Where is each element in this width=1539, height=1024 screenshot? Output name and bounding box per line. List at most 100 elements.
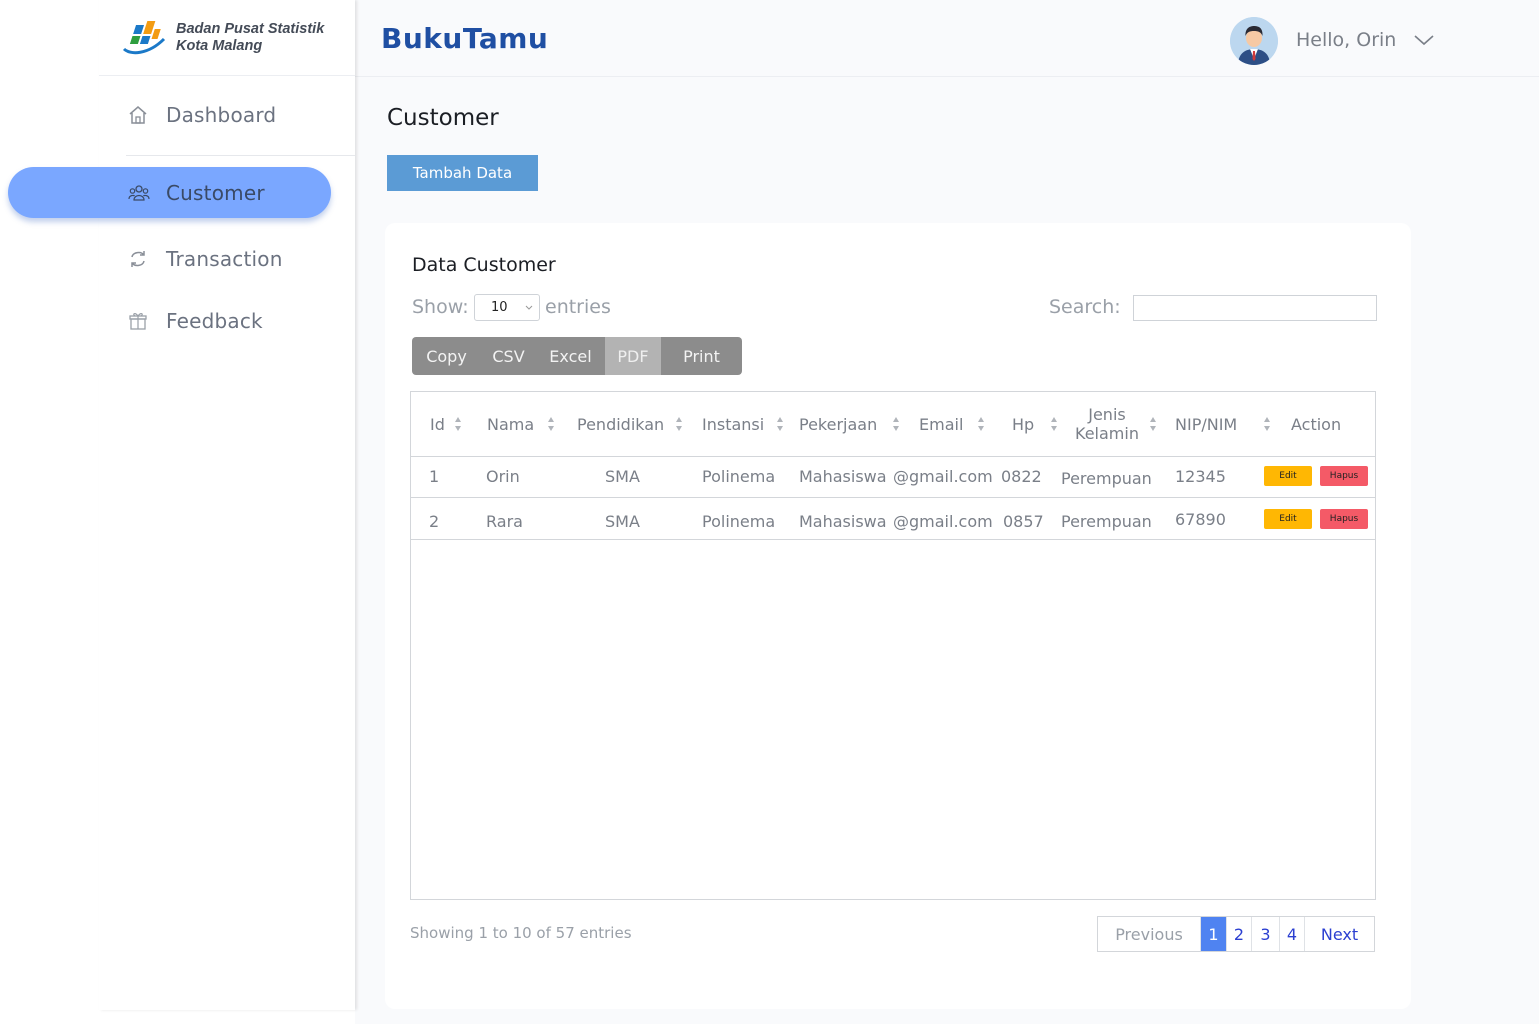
cell-hp: 0857	[1003, 512, 1044, 531]
transaction-icon	[126, 247, 150, 271]
column-header-jenis-kelamin[interactable]: Jenis Kelamin	[1075, 392, 1157, 456]
cell-nama: Orin	[486, 467, 520, 486]
users-icon	[127, 181, 151, 205]
csv-button[interactable]: CSV	[481, 337, 536, 375]
chevron-down-icon[interactable]	[1413, 31, 1435, 49]
column-header-label: Nama	[487, 414, 535, 434]
main-content: Customer Tambah Data Data Customer Show:…	[355, 77, 1539, 1024]
column-header-nip[interactable]: NIP/NIM	[1175, 392, 1271, 456]
cell-pekerjaan: Mahasiswa	[799, 512, 887, 531]
column-header-pendidikan[interactable]: Pendidikan	[577, 392, 683, 456]
sidebar-item-dashboard[interactable]: Dashboard	[126, 89, 276, 141]
sort-icon	[676, 417, 683, 431]
edit-button[interactable]: Edit	[1264, 509, 1312, 529]
page-button-2[interactable]: 2	[1226, 917, 1251, 951]
cell-id: 2	[429, 512, 440, 531]
data-card: Data Customer Show: 10 entries Search: C…	[385, 223, 1411, 1009]
search-input[interactable]	[1133, 295, 1377, 321]
column-header-label: Pendidikan	[577, 414, 665, 434]
export-button-group: Copy CSV Excel PDF Print	[412, 337, 742, 375]
next-page-button[interactable]: Next	[1304, 917, 1374, 951]
customer-table: Id Nama Pendidikan Instansi Pekerjaan Em…	[410, 391, 1376, 900]
app-title: BukuTamu	[381, 22, 549, 55]
copy-button[interactable]: Copy	[412, 337, 481, 375]
cell-nip: 67890	[1175, 510, 1226, 529]
top-header: BukuTamu Hello, Orin	[355, 0, 1539, 77]
edit-button[interactable]: Edit	[1264, 466, 1312, 486]
delete-button[interactable]: Hapus	[1320, 509, 1368, 529]
cell-nip: 12345	[1175, 467, 1226, 486]
sort-icon	[1149, 417, 1156, 431]
entries-label: entries	[545, 296, 611, 318]
column-header-label: Action	[1291, 414, 1342, 434]
cell-jenis-kelamin: Perempuan	[1061, 469, 1152, 488]
sidebar-item-label: Customer	[166, 180, 265, 205]
row-divider	[411, 539, 1375, 540]
page-button-3[interactable]: 3	[1251, 917, 1279, 951]
add-data-button[interactable]: Tambah Data	[387, 155, 538, 191]
sidebar: Badan Pusat Statistik Kota Malang Dashbo…	[99, 0, 355, 1010]
cell-pendidikan: SMA	[605, 512, 640, 531]
column-header-label-line2: Kelamin	[1075, 424, 1139, 443]
entries-select-value: 10	[491, 300, 508, 315]
column-header-instansi[interactable]: Instansi	[702, 392, 784, 456]
table-info: Showing 1 to 10 of 57 entries	[410, 924, 632, 942]
column-header-label: Pekerjaan	[799, 414, 878, 434]
column-header-label: Id	[430, 414, 445, 434]
column-header-nama[interactable]: Nama	[487, 392, 555, 456]
column-header-pekerjaan[interactable]: Pekerjaan	[799, 392, 900, 456]
delete-button[interactable]: Hapus	[1320, 466, 1368, 486]
sort-icon	[454, 417, 461, 431]
brand: Badan Pusat Statistik Kota Malang	[99, 0, 355, 76]
column-header-action: Action	[1291, 392, 1341, 456]
cell-id: 1	[429, 467, 440, 486]
cell-instansi: Polinema	[702, 467, 776, 486]
search-label: Search:	[1049, 296, 1121, 318]
user-greeting[interactable]: Hello, Orin	[1296, 29, 1396, 51]
brand-name: Badan Pusat Statistik Kota Malang	[176, 21, 324, 55]
sort-icon	[548, 417, 555, 431]
cell-nama: Rara	[486, 512, 523, 531]
sort-icon	[1051, 417, 1058, 431]
column-header-label-line1: Jenis	[1088, 405, 1126, 424]
print-button[interactable]: Print	[661, 337, 742, 375]
column-header-hp[interactable]: Hp	[1012, 392, 1058, 456]
card-title: Data Customer	[412, 254, 556, 276]
column-header-label: NIP/NIM	[1175, 414, 1238, 434]
bps-logo-icon	[122, 21, 166, 55]
page-button-1[interactable]: 1	[1200, 917, 1226, 951]
pagination: Previous 1 2 3 4 Next	[1097, 916, 1375, 952]
sidebar-item-feedback[interactable]: Feedback	[126, 295, 263, 347]
column-header-label: Email	[919, 414, 964, 434]
chevron-down-icon	[525, 305, 533, 310]
column-header-label: Jenis Kelamin	[1075, 405, 1139, 443]
show-label: Show:	[412, 296, 469, 318]
sort-icon	[777, 417, 784, 431]
column-header-email[interactable]: Email	[919, 392, 985, 456]
excel-button[interactable]: Excel	[536, 337, 605, 375]
sidebar-item-customer[interactable]: Customer	[8, 167, 331, 218]
avatar[interactable]	[1230, 17, 1278, 65]
sidebar-item-label: Transaction	[166, 247, 283, 271]
sidebar-item-transaction[interactable]: Transaction	[126, 233, 283, 285]
sidebar-item-label: Feedback	[166, 309, 263, 333]
entries-select[interactable]: 10	[474, 294, 540, 321]
sort-icon	[893, 417, 900, 431]
previous-page-button[interactable]: Previous	[1098, 917, 1200, 951]
sidebar-divider	[126, 155, 355, 156]
page-title: Customer	[387, 105, 499, 131]
header-divider	[411, 456, 1375, 457]
sidebar-item-label: Dashboard	[166, 103, 277, 127]
cell-email: @gmail.com	[893, 467, 993, 486]
column-header-id[interactable]: Id	[430, 392, 462, 456]
cell-hp: 0822	[1001, 467, 1042, 486]
brand-line2: Kota Malang	[176, 38, 263, 54]
feedback-icon	[126, 309, 150, 333]
column-header-label: Hp	[1012, 414, 1035, 434]
cell-instansi: Polinema	[702, 512, 776, 531]
pdf-button[interactable]: PDF	[605, 337, 661, 375]
page-button-4[interactable]: 4	[1279, 917, 1304, 951]
cell-pendidikan: SMA	[605, 467, 640, 486]
cell-email: @gmail.com	[893, 512, 993, 531]
sort-icon	[1264, 417, 1271, 431]
